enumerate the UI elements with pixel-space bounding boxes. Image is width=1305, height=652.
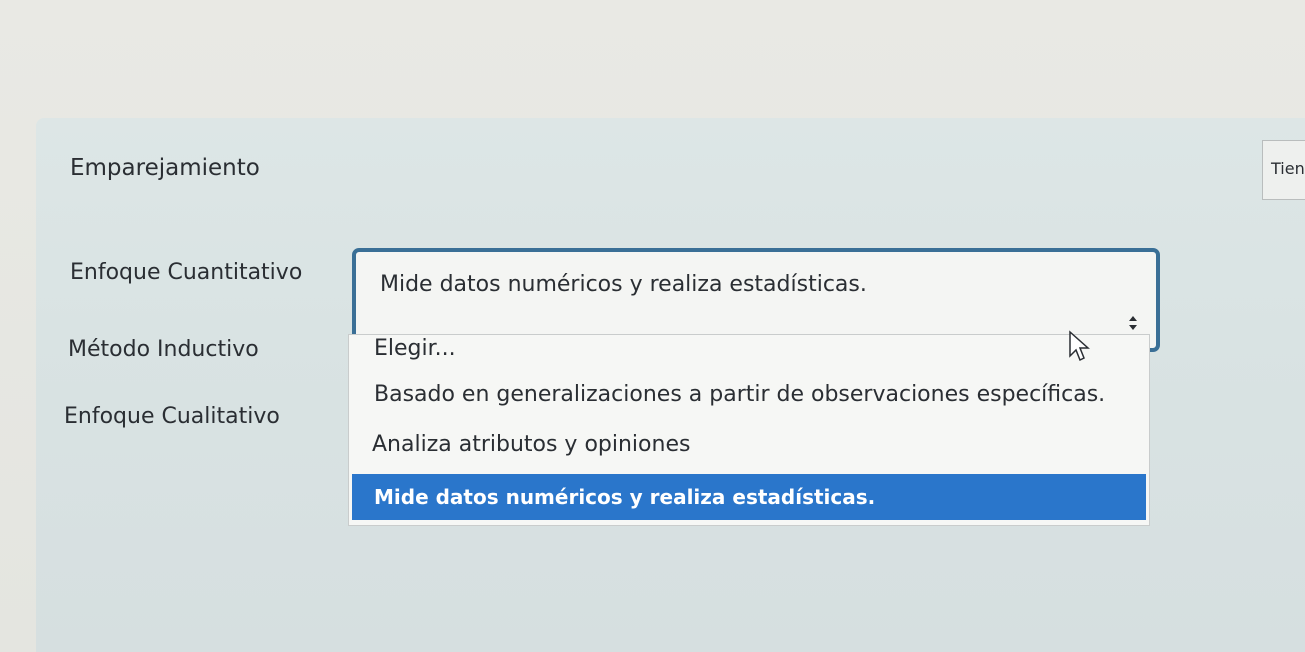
dropdown-option-metodo-inductivo[interactable]: Basado en generalizaciones a partir de o…	[352, 382, 1146, 416]
dropdown-option-cualitativo[interactable]: Analiza atributos y opiniones	[352, 432, 1146, 466]
side-info-label: Tien	[1271, 159, 1305, 178]
mouse-pointer-icon	[1068, 330, 1094, 362]
question-title: Emparejamiento	[70, 155, 260, 181]
row-label-enfoque-cuantitativo: Enfoque Cuantitativo	[70, 260, 303, 285]
updown-arrow-icon	[1128, 316, 1138, 333]
mouse-pointer-icon-svg	[1069, 330, 1090, 362]
row-label-enfoque-cualitativo: Enfoque Cualitativo	[64, 404, 280, 429]
updown-arrow-icon-svg	[1129, 316, 1137, 330]
row-label-metodo-inductivo: Método Inductivo	[68, 337, 259, 362]
answer-select-value: Mide datos numéricos y realiza estadísti…	[380, 272, 867, 297]
side-info-box: Tien	[1262, 140, 1305, 200]
dropdown-option-elegir[interactable]: Elegir...	[352, 336, 1146, 370]
dropdown-option-cuantitativo-selected[interactable]: Mide datos numéricos y realiza estadísti…	[352, 474, 1146, 520]
